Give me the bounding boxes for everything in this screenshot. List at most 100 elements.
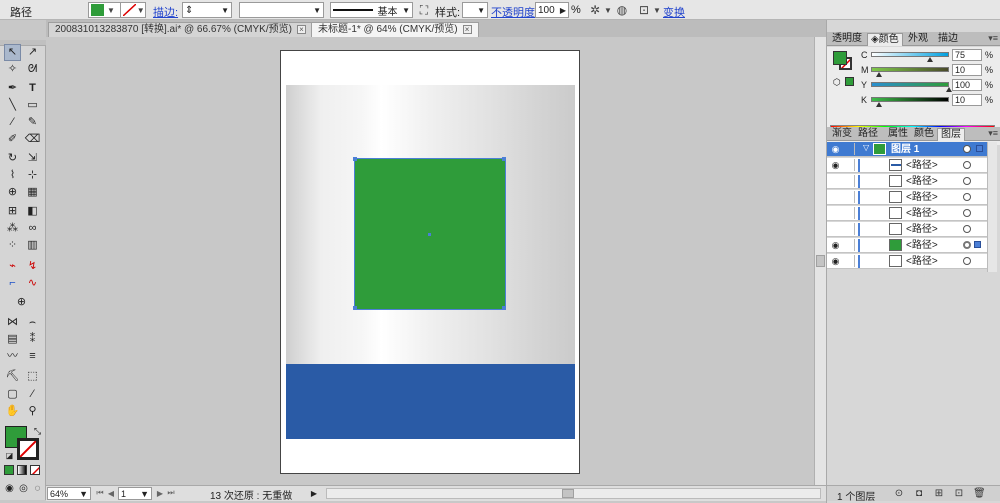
tab-color[interactable]: ◈颜色 xyxy=(867,33,903,46)
scroll-thumb[interactable] xyxy=(816,255,825,267)
tab-document-1[interactable]: 200831013283870 [转换].ai* @ 66.67% (CMYK/… xyxy=(48,22,313,37)
lock-toggle[interactable] xyxy=(844,223,855,235)
lasso-tool-icon[interactable]: ᘛ xyxy=(25,62,40,77)
layer-row[interactable]: ◉ <路径> xyxy=(827,158,997,173)
smooth-tool-icon[interactable]: ∿ xyxy=(25,276,40,291)
variable-width-dropdown[interactable]: ▼ xyxy=(239,2,324,18)
vertical-scrollbar[interactable] xyxy=(814,37,826,485)
path-name[interactable]: <路径> xyxy=(906,207,938,220)
lock-toggle[interactable] xyxy=(844,175,855,187)
isolate-icon[interactable]: ◍ xyxy=(615,3,629,17)
path-name[interactable]: <路径> xyxy=(906,159,938,172)
color-mode-button[interactable] xyxy=(4,465,14,475)
path-name[interactable]: <路径> xyxy=(906,175,938,188)
blend-tool-icon[interactable]: ∞ xyxy=(25,221,40,236)
layer-row-selected[interactable]: ◉ <路径> xyxy=(827,238,997,253)
wave-tool-icon[interactable]: ⌢ xyxy=(25,315,40,330)
magic-wand-tool-icon[interactable]: ✧ xyxy=(5,62,20,77)
convert-anchor-tool-icon[interactable]: ↯ xyxy=(25,259,40,274)
reshape-tool-icon[interactable]: ⌐ xyxy=(5,276,20,291)
symbol-shifter-tool-icon[interactable]: ⁑ xyxy=(25,332,40,347)
blob-brush-tool-icon[interactable]: ✐ xyxy=(5,132,20,147)
target-icon[interactable] xyxy=(963,145,971,153)
canvas-area[interactable] xyxy=(46,37,826,485)
path-name[interactable]: <路径> xyxy=(906,255,938,268)
warp-tool-icon[interactable]: ⌇ xyxy=(5,168,20,183)
delete-icon[interactable]: 🗑 xyxy=(973,488,986,500)
draw-behind-icon[interactable]: ◎ xyxy=(16,481,31,496)
layer-name[interactable]: 图层 1 xyxy=(891,143,919,156)
gradient-mode-button[interactable] xyxy=(17,465,27,475)
paintbrush-tool-icon[interactable]: ⁄ xyxy=(5,115,20,130)
status-menu-icon[interactable]: ▶ xyxy=(309,487,319,499)
yellow-slider[interactable] xyxy=(871,82,949,87)
graphic-style-icon[interactable]: ⛶ xyxy=(417,3,431,17)
eye-icon[interactable]: ◉ xyxy=(830,143,841,155)
tab-layers[interactable]: 图层 xyxy=(937,128,965,141)
yellow-input[interactable]: 100 xyxy=(952,79,982,91)
slider-thumb[interactable] xyxy=(875,102,882,107)
target-icon[interactable] xyxy=(963,209,971,217)
eye-icon[interactable] xyxy=(830,175,841,187)
layer-row[interactable]: <路径> xyxy=(827,222,997,237)
target-icon[interactable] xyxy=(963,177,971,185)
panel-menu-icon[interactable]: ▾≡ xyxy=(988,33,998,44)
magenta-input[interactable]: 10 xyxy=(952,64,982,76)
mesh-tool-icon[interactable]: ⊞ xyxy=(5,204,20,219)
black-slider[interactable] xyxy=(871,97,949,102)
draw-inside-icon[interactable]: ◌ xyxy=(30,481,45,496)
last-artboard-icon[interactable]: ⏭ xyxy=(166,487,176,499)
tab-attributes[interactable]: 属性 xyxy=(885,128,911,141)
artboard[interactable] xyxy=(280,50,580,474)
target-icon[interactable] xyxy=(963,257,971,265)
chevron-down-icon[interactable]: ▼ xyxy=(650,3,664,17)
stroke-indicator[interactable] xyxy=(17,438,39,460)
eye-icon[interactable] xyxy=(830,223,841,235)
chevron-down-icon[interactable]: ▽ xyxy=(863,143,869,152)
layers-scrollbar[interactable] xyxy=(987,142,997,272)
eyedropper-tool-icon[interactable]: ⁂ xyxy=(5,221,20,236)
brush-dropdown[interactable]: 基本 ▼ xyxy=(330,2,413,18)
lock-toggle[interactable] xyxy=(844,239,855,251)
target-icon[interactable] xyxy=(963,241,971,249)
symbol-sprayer-tool-icon[interactable]: ⁘ xyxy=(5,238,20,253)
slice-tool-icon[interactable]: ⁄ xyxy=(25,387,40,402)
horizontal-scrollbar[interactable] xyxy=(326,488,821,499)
recolor-icon[interactable]: ✲ xyxy=(588,3,602,17)
bar-graph-tool-icon[interactable]: ≡ xyxy=(25,349,40,364)
tab-appearance[interactable]: 外观 xyxy=(905,33,931,46)
magenta-slider[interactable] xyxy=(871,67,949,72)
tab-stroke[interactable]: 描边 xyxy=(935,33,961,46)
clipping-mask-icon[interactable]: ◘ xyxy=(913,488,925,500)
panel-menu-icon[interactable]: ▾≡ xyxy=(988,128,998,139)
eye-icon[interactable] xyxy=(830,191,841,203)
graph-tool-icon[interactable]: ▤ xyxy=(5,332,20,347)
next-artboard-icon[interactable]: ▶ xyxy=(155,487,165,499)
opacity-link[interactable]: 不透明度: xyxy=(491,4,538,20)
layer-row[interactable]: <路径> xyxy=(827,174,997,189)
live-paint-tool-icon[interactable]: ⛏ xyxy=(5,369,20,384)
line-tool-icon[interactable]: ╲ xyxy=(5,98,20,113)
tab-document-2[interactable]: 未标题-1* @ 64% (CMYK/预览) × xyxy=(311,22,479,37)
target-icon[interactable] xyxy=(963,193,971,201)
shape-builder-tool-icon[interactable]: ⊕ xyxy=(5,185,20,200)
line-graph-tool-icon[interactable]: 〰 xyxy=(5,349,20,364)
opacity-input[interactable]: 100 ▶ xyxy=(535,2,569,18)
out-of-gamut-icon[interactable]: ⬡ xyxy=(833,77,841,88)
first-artboard-icon[interactable]: ⏮ xyxy=(95,487,105,499)
live-paint-selection-tool-icon[interactable]: ⬚ xyxy=(25,369,40,384)
target-icon[interactable] xyxy=(963,161,971,169)
selection-indicator[interactable] xyxy=(976,145,983,152)
none-mode-button[interactable] xyxy=(30,465,40,475)
perspective-grid-tool-icon[interactable]: ▦ xyxy=(25,185,40,200)
type-tool-icon[interactable]: T xyxy=(25,81,40,96)
width-tool-icon[interactable]: ⋈ xyxy=(5,315,20,330)
rotate-tool-icon[interactable]: ↻ xyxy=(5,151,20,166)
default-colors-icon[interactable]: ◪ xyxy=(2,448,17,463)
crosshair-tool-icon[interactable]: ⊕ xyxy=(14,295,29,310)
web-safe-swatch[interactable] xyxy=(845,77,854,86)
slider-thumb[interactable] xyxy=(926,57,933,62)
zoom-dropdown[interactable]: 64% ▼ xyxy=(47,487,91,500)
lock-toggle[interactable] xyxy=(844,207,855,219)
transform-link[interactable]: 变换 xyxy=(663,4,685,20)
